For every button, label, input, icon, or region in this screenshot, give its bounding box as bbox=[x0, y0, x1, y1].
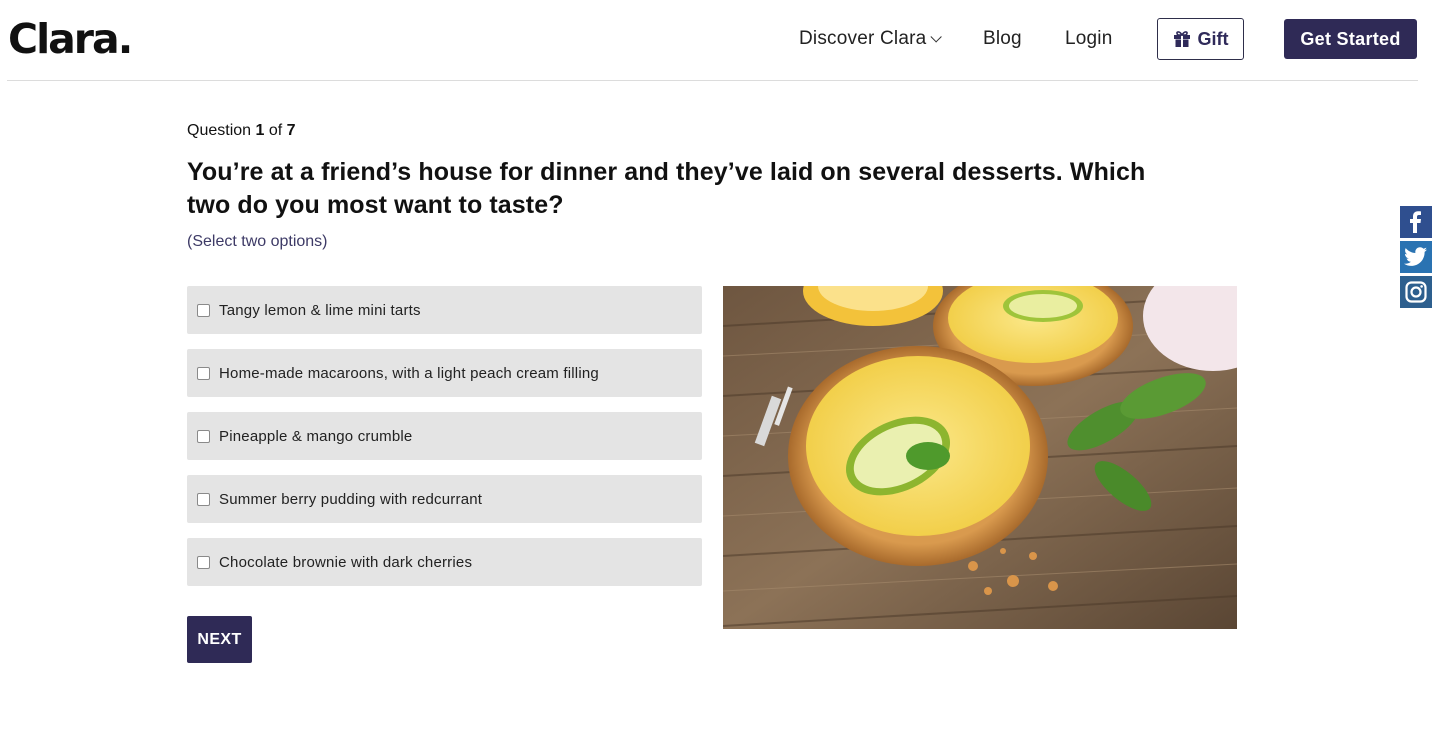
answer-option[interactable]: Tangy lemon & lime mini tarts bbox=[187, 286, 702, 334]
nav-discover-clara[interactable]: Discover Clara bbox=[799, 18, 943, 60]
answer-label: Chocolate brownie with dark cherries bbox=[219, 553, 473, 571]
instagram-share-button[interactable] bbox=[1400, 276, 1432, 308]
checkbox[interactable] bbox=[197, 366, 210, 380]
get-started-button[interactable]: Get Started bbox=[1284, 19, 1417, 59]
answer-option[interactable]: Chocolate brownie with dark cherries bbox=[187, 538, 702, 586]
checkbox[interactable] bbox=[197, 429, 210, 443]
counter-total: 7 bbox=[286, 122, 296, 139]
site-header: Clara. Discover Clara Blog Login Gift Ge… bbox=[7, 0, 1418, 81]
chevron-down-icon bbox=[930, 31, 943, 43]
nav-discover-label: Discover Clara bbox=[799, 28, 927, 49]
nav-login-link[interactable]: Login bbox=[1065, 18, 1113, 60]
twitter-icon bbox=[1404, 247, 1427, 266]
answer-label: Tangy lemon & lime mini tarts bbox=[219, 301, 421, 319]
select-hint: (Select two options) bbox=[187, 233, 328, 250]
instagram-icon bbox=[1405, 281, 1427, 303]
counter-of: of bbox=[268, 122, 283, 139]
lemon-tart-photo bbox=[723, 286, 1237, 629]
gift-label: Gift bbox=[1197, 28, 1229, 49]
answer-option[interactable]: Summer berry pudding with redcurrant bbox=[187, 475, 702, 523]
checkbox[interactable] bbox=[197, 303, 210, 317]
gift-button[interactable]: Gift bbox=[1157, 18, 1244, 60]
next-button[interactable]: NEXT bbox=[187, 616, 252, 663]
answer-option[interactable]: Home-made macaroons, with a light peach … bbox=[187, 349, 702, 397]
checkbox[interactable] bbox=[197, 555, 210, 569]
clara-logo[interactable]: Clara. bbox=[8, 14, 133, 64]
question-title: You’re at a friend’s house for dinner an… bbox=[187, 158, 1146, 219]
counter-current: 1 bbox=[255, 122, 265, 139]
checkbox[interactable] bbox=[197, 492, 210, 506]
answer-option[interactable]: Pineapple & mango crumble bbox=[187, 412, 702, 460]
facebook-icon bbox=[1410, 211, 1421, 233]
nav-blog-link[interactable]: Blog bbox=[983, 18, 1022, 60]
gift-icon bbox=[1173, 31, 1190, 47]
twitter-share-button[interactable] bbox=[1400, 241, 1432, 273]
answer-label: Home-made macaroons, with a light peach … bbox=[219, 364, 599, 382]
counter-prefix: Question bbox=[187, 122, 252, 139]
facebook-share-button[interactable] bbox=[1400, 206, 1432, 238]
answer-label: Pineapple & mango crumble bbox=[219, 427, 413, 445]
answer-label: Summer berry pudding with redcurrant bbox=[219, 490, 483, 508]
question-counter: Question 1 of 7 bbox=[187, 122, 296, 140]
answer-options: Tangy lemon & lime mini tarts Home-made … bbox=[187, 286, 702, 601]
